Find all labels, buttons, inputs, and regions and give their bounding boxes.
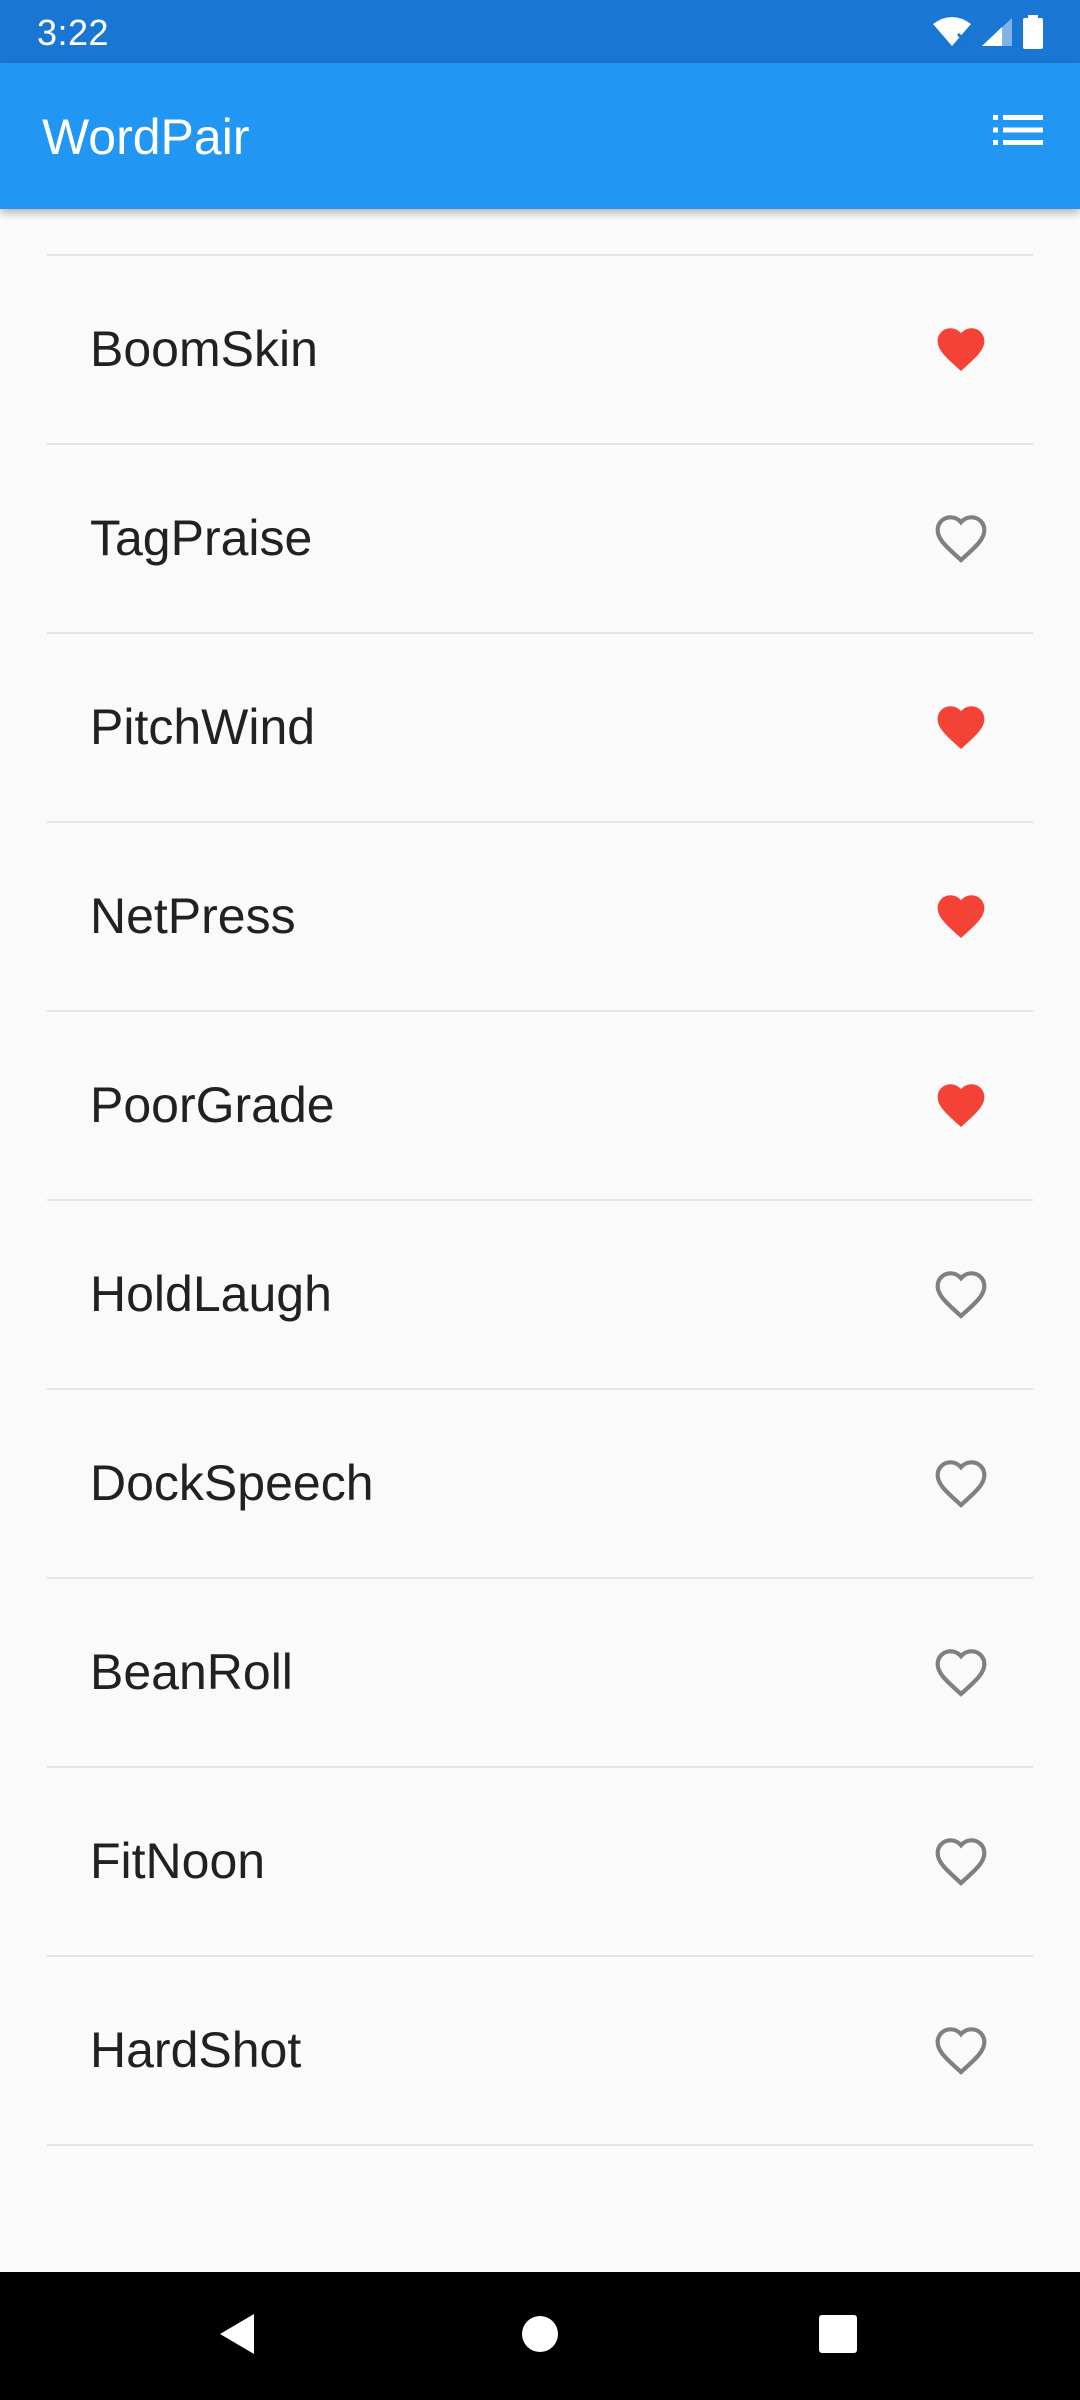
word-pair-label: CatNut xyxy=(90,209,246,254)
navigation-bar xyxy=(0,2272,1080,2400)
signal-icon xyxy=(972,16,1014,48)
list-item[interactable]: HardShot xyxy=(47,1957,1033,2146)
status-bar: 3:22 xyxy=(0,0,1080,63)
heart-outline-icon[interactable] xyxy=(929,1452,993,1516)
word-pair-label: FitNoon xyxy=(90,1833,266,1889)
home-button[interactable] xyxy=(500,2296,580,2376)
word-pair-label: DockSpeech xyxy=(90,1455,374,1511)
list-item[interactable]: DockSpeech xyxy=(47,1390,1033,1579)
recents-icon xyxy=(819,2314,857,2358)
back-icon xyxy=(218,2312,258,2361)
saved-list-button[interactable] xyxy=(978,92,1058,172)
recents-button[interactable] xyxy=(798,2296,878,2376)
home-icon xyxy=(520,2314,560,2359)
list-item[interactable]: TagPraise xyxy=(47,445,1033,634)
list-item[interactable]: HoldLaugh xyxy=(47,1201,1033,1390)
word-pair-rows: CatNut BoomSkin TagPraise PitchWind NetPress… xyxy=(0,209,1080,2146)
app-bar: WordPair xyxy=(0,63,1080,209)
word-pair-label: HoldLaugh xyxy=(90,1266,332,1322)
heart-outline-icon[interactable] xyxy=(929,1641,993,1705)
list-icon xyxy=(993,113,1043,152)
list-item[interactable]: NetPress xyxy=(47,823,1033,1012)
list-item[interactable]: FitNoon xyxy=(47,1768,1033,1957)
back-button[interactable] xyxy=(198,2296,278,2376)
word-pair-label: TagPraise xyxy=(90,510,313,566)
app-title: WordPair xyxy=(42,109,250,165)
word-pair-label: PoorGrade xyxy=(90,1077,335,1133)
word-pair-label: BoomSkin xyxy=(90,321,318,377)
battery-icon xyxy=(1014,15,1044,49)
list-item[interactable]: BoomSkin xyxy=(47,256,1033,445)
wifi-icon xyxy=(924,16,972,48)
status-time: 3:22 xyxy=(37,12,110,53)
word-pair-label: HardShot xyxy=(90,2022,302,2078)
list-item[interactable]: PitchWind xyxy=(47,634,1033,823)
word-pair-label: BeanRoll xyxy=(90,1644,293,1700)
word-pair-list[interactable]: CatNut BoomSkin TagPraise PitchWind NetPress… xyxy=(0,209,1080,2272)
word-pair-label: NetPress xyxy=(90,888,296,944)
list-item[interactable]: CatNut xyxy=(47,209,1033,256)
favorite-heart-icon[interactable] xyxy=(929,318,993,382)
favorite-heart-icon[interactable] xyxy=(929,885,993,949)
status-icons xyxy=(924,14,1044,50)
word-pair-label: PitchWind xyxy=(90,699,316,755)
list-item[interactable]: BeanRoll xyxy=(47,1579,1033,1768)
favorite-heart-icon[interactable] xyxy=(929,1074,993,1138)
favorite-heart-icon[interactable] xyxy=(929,696,993,760)
heart-outline-icon[interactable] xyxy=(929,507,993,571)
list-item[interactable]: PoorGrade xyxy=(47,1012,1033,1201)
heart-outline-icon[interactable] xyxy=(929,1263,993,1327)
heart-outline-icon[interactable] xyxy=(929,2019,993,2083)
heart-outline-icon[interactable] xyxy=(929,1830,993,1894)
